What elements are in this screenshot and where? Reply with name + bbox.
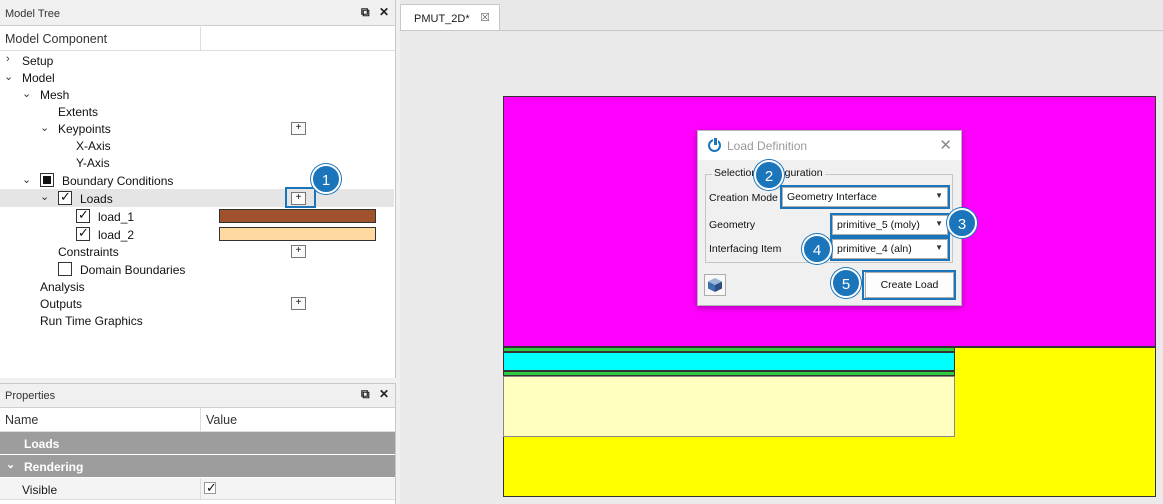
property-group-loads[interactable]: Loads [0, 432, 395, 454]
dialog-title-bar: Load Definition ✕ [698, 131, 961, 160]
chevron-right-icon[interactable]: › [6, 53, 10, 65]
tree-label-analysis: Analysis [40, 280, 85, 294]
property-group-loads-label: Loads [24, 437, 60, 451]
tab-pmut-2d[interactable]: PMUT_2D* ☒ [400, 4, 500, 31]
properties-column-header: Name Value [0, 408, 395, 432]
column-model-component[interactable]: Model Component [5, 32, 107, 46]
close-panel-icon[interactable]: ✕ [379, 5, 389, 19]
property-visible-label: Visible [22, 483, 58, 497]
dialog-title: Load Definition [727, 139, 808, 153]
tree-item-load-2[interactable]: load_2 [0, 225, 394, 243]
add-keypoint-button[interactable]: + [291, 122, 306, 135]
tree-item-run-time-graphics[interactable]: Run Time Graphics [0, 312, 394, 329]
tree-label-run-time-graphics: Run Time Graphics [40, 314, 143, 328]
tree-label-extents: Extents [58, 105, 99, 119]
cyan-layer[interactable] [503, 352, 955, 371]
tree-label-constraints: Constraints [58, 245, 119, 259]
tree-label-keypoints: Keypoints [58, 122, 111, 136]
highlight-add-load [285, 187, 316, 208]
interfacing-item-label: Interfacing Item [709, 243, 782, 255]
tree-item-analysis[interactable]: Analysis [0, 278, 394, 295]
properties-panel: Properties ⧉ ✕ Name Value Loads ⌄ Render… [0, 383, 396, 504]
tree-label-x-axis: X-Axis [76, 139, 111, 153]
boundary-conditions-checkbox[interactable] [40, 173, 54, 187]
model-tree-title: Model Tree ⧉ ✕ [0, 0, 395, 26]
tree-item-loads[interactable]: ⌄ Loads + [0, 189, 394, 207]
property-group-rendering-label: Rendering [24, 460, 84, 474]
tree-item-model[interactable]: ⌄ Model [0, 69, 394, 86]
chevron-down-icon[interactable]: ⌄ [22, 87, 31, 100]
geometry-label: Geometry [709, 219, 756, 231]
tree-label-model: Model [22, 71, 55, 85]
visible-checkbox[interactable] [204, 480, 217, 496]
tree-column-header: Model Component [0, 27, 395, 51]
callout-1: 1 [311, 164, 341, 194]
load-1-checkbox[interactable] [76, 207, 90, 223]
tree-item-domain-boundaries[interactable]: Domain Boundaries [0, 261, 394, 278]
tab-pmut-2d-label: PMUT_2D* [414, 13, 470, 25]
model-tree-title-text: Model Tree [5, 8, 61, 20]
tree-label-setup: Setup [22, 54, 54, 68]
float-panel-icon[interactable]: ⧉ [361, 5, 370, 19]
callout-3: 3 [947, 208, 977, 238]
tree-item-constraints[interactable]: Constraints + [0, 243, 394, 260]
geometry-picker-button[interactable] [704, 274, 726, 296]
chevron-down-icon[interactable]: ⌄ [40, 121, 49, 134]
tree-label-loads: Loads [80, 192, 113, 206]
highlight-interfacing-item [830, 237, 950, 261]
loads-checkbox[interactable] [58, 189, 72, 205]
tree-item-outputs[interactable]: Outputs + [0, 295, 394, 312]
load-2-color-swatch[interactable] [219, 227, 376, 241]
domain-boundaries-checkbox[interactable] [58, 262, 72, 276]
tree-label-mesh: Mesh [40, 88, 70, 102]
column-name[interactable]: Name [5, 413, 38, 427]
tree-label-load-2: load_2 [98, 228, 135, 242]
add-output-button[interactable]: + [291, 297, 306, 310]
tree-item-x-axis[interactable]: X-Axis [0, 137, 394, 154]
highlight-creation-mode [780, 185, 950, 209]
chevron-down-icon[interactable]: ⌄ [6, 458, 15, 471]
close-icon[interactable]: ✕ [939, 136, 952, 154]
tree-label-outputs: Outputs [40, 297, 83, 311]
property-row-visible: Visible [0, 478, 395, 500]
column-value[interactable]: Value [206, 413, 237, 427]
property-group-rendering[interactable]: ⌄ Rendering [0, 455, 395, 477]
add-constraint-button[interactable]: + [291, 245, 306, 258]
chevron-down-icon[interactable]: ⌄ [40, 190, 49, 203]
tree-item-setup[interactable]: › Setup [0, 52, 394, 69]
power-icon [708, 137, 721, 152]
tree-label-load-1: load_1 [98, 210, 135, 224]
tree-label-y-axis: Y-Axis [76, 156, 110, 170]
tree-item-extents[interactable]: Extents [0, 103, 394, 120]
creation-mode-label: Creation Mode [709, 192, 778, 204]
close-tab-icon[interactable]: ☒ [480, 11, 490, 24]
tree-item-load-1[interactable]: load_1 [0, 207, 394, 225]
properties-title: Properties ⧉ ✕ [0, 384, 395, 408]
close-panel-icon[interactable]: ✕ [379, 387, 389, 401]
cream-layer[interactable] [503, 376, 955, 437]
cube-icon [708, 278, 722, 292]
chevron-down-icon[interactable]: ⌄ [22, 173, 31, 186]
float-panel-icon[interactable]: ⧉ [361, 387, 370, 401]
properties-title-text: Properties [5, 390, 56, 402]
callout-2: 2 [754, 160, 784, 190]
tree-label-boundary-conditions: Boundary Conditions [62, 174, 174, 188]
highlight-geometry [830, 213, 950, 237]
tree-label-domain-boundaries: Domain Boundaries [80, 263, 186, 277]
chevron-down-icon[interactable]: ⌄ [4, 70, 13, 83]
callout-4: 4 [802, 234, 832, 264]
load-1-color-swatch[interactable] [219, 209, 376, 223]
tree-item-keypoints[interactable]: ⌄ Keypoints + [0, 120, 394, 137]
callout-5: 5 [831, 268, 861, 298]
tree-item-mesh[interactable]: ⌄ Mesh [0, 86, 394, 103]
load-2-checkbox[interactable] [76, 225, 90, 241]
highlight-create-load [862, 270, 956, 300]
